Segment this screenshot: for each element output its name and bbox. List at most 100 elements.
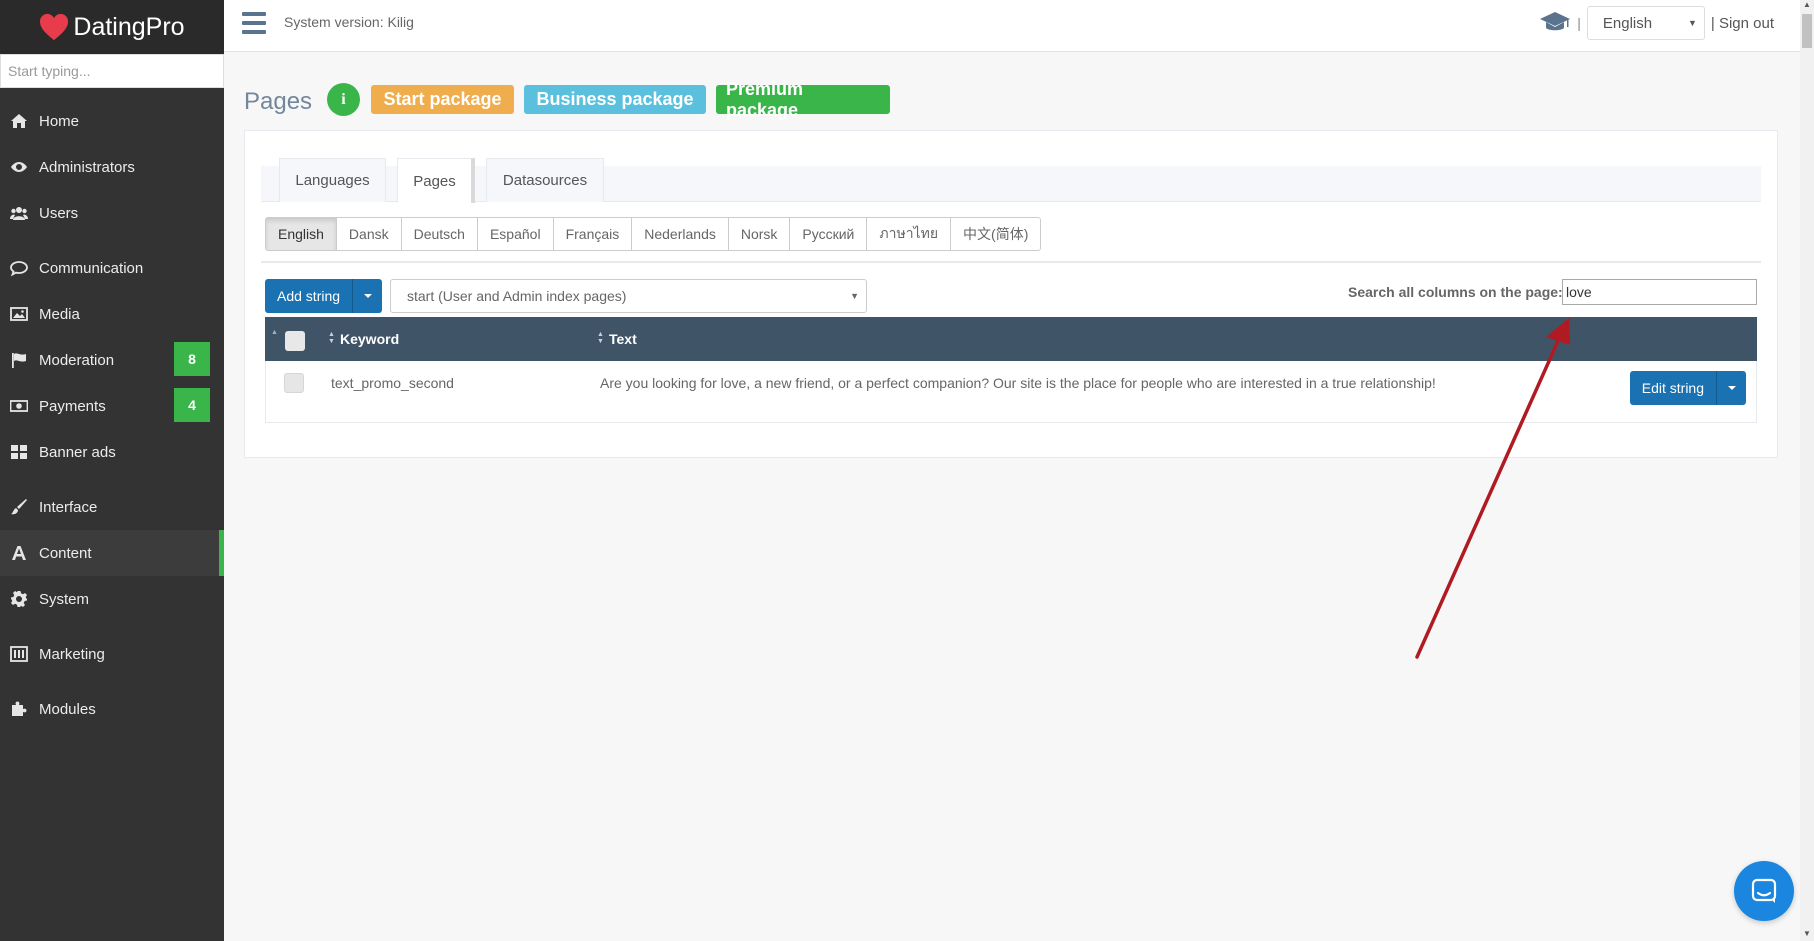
column-header-text[interactable]: Text — [609, 331, 637, 347]
puzzle-icon — [9, 700, 29, 718]
sidebar-item-label: Payments — [39, 397, 106, 415]
caret-down-icon — [1727, 386, 1736, 390]
system-version: System version: Kilig — [284, 14, 414, 30]
strings-table: ▲ ▲ ▼ Keyword ▲ ▼ Text text_promo_second A… — [265, 317, 1757, 423]
brush-icon — [9, 498, 29, 516]
top-bar: System version: Kilig | English ▼ | Sign… — [224, 0, 1814, 52]
add-string-button[interactable]: Add string — [265, 279, 353, 313]
sidebar-item-label: Interface — [39, 498, 98, 516]
scrollbar-thumb[interactable] — [1802, 14, 1812, 48]
sidebar-item-payments[interactable]: Payments 4 — [0, 383, 224, 429]
sidebar-item-home[interactable]: Home — [0, 98, 224, 144]
lang-button-norsk[interactable]: Norsk — [729, 218, 791, 250]
business-package-button[interactable]: Business package — [524, 85, 706, 114]
heart-icon — [40, 13, 69, 41]
comments-icon — [9, 259, 29, 277]
lang-button-espanol[interactable]: Español — [478, 218, 554, 250]
premium-package-button[interactable]: Premium package — [716, 79, 890, 120]
table-header: ▲ ▲ ▼ Keyword ▲ ▼ Text — [265, 317, 1757, 361]
moderation-count-badge: 8 — [174, 342, 210, 376]
language-filter-group: English Dansk Deutsch Español Français N… — [265, 217, 1042, 251]
separator: | — [1577, 15, 1581, 31]
flag-icon — [9, 351, 29, 369]
select-all-checkbox[interactable] — [285, 331, 305, 351]
edit-string-button[interactable]: Edit string — [1629, 371, 1716, 405]
tabs-bar: Languages Pages Datasources — [261, 158, 1761, 203]
home-icon — [9, 112, 29, 130]
edit-string-dropdown-toggle[interactable] — [1716, 371, 1746, 405]
sidebar-item-label: Modules — [39, 700, 96, 718]
row-checkbox[interactable] — [284, 373, 304, 393]
sidebar-item-marketing[interactable]: Marketing — [0, 631, 224, 677]
lang-button-nederlands[interactable]: Nederlands — [632, 218, 729, 250]
graduation-cap-icon[interactable] — [1539, 10, 1571, 37]
lang-button-thai[interactable]: ภาษาไทย — [867, 218, 952, 250]
sidebar-item-moderation[interactable]: Moderation 8 — [0, 337, 224, 383]
image-icon — [9, 305, 29, 323]
start-package-button[interactable]: Start package — [371, 85, 514, 114]
sidebar-item-modules[interactable]: Modules — [0, 686, 224, 732]
sign-out-link[interactable]: | Sign out — [1711, 15, 1774, 32]
sidebar-item-label: System — [39, 590, 90, 608]
sidebar-item-interface[interactable]: Interface — [0, 484, 224, 530]
sidebar-item-users[interactable]: Users — [0, 190, 224, 236]
lang-button-francais[interactable]: Français — [554, 218, 633, 250]
chat-launcher-button[interactable] — [1734, 861, 1794, 921]
sort-icon[interactable]: ▲ ▼ — [328, 331, 335, 345]
sidebar-item-banner-ads[interactable]: Banner ads — [0, 429, 224, 475]
lang-button-deutsch[interactable]: Deutsch — [402, 218, 478, 250]
gear-icon — [9, 590, 29, 608]
font-icon — [9, 544, 29, 562]
divider — [261, 261, 1761, 263]
info-icon[interactable]: i — [327, 83, 360, 116]
sidebar-search — [0, 54, 224, 88]
lang-button-chinese[interactable]: 中文(简体) — [951, 218, 1040, 250]
caret-down-icon: ▼ — [850, 291, 859, 301]
sidebar: DatingPro Home Administrators Users Comm… — [0, 0, 224, 941]
sidebar-item-administrators[interactable]: Administrators — [0, 144, 224, 190]
row-keyword: text_promo_second — [331, 375, 454, 391]
search-input[interactable] — [1562, 279, 1757, 305]
menu-toggle-icon[interactable] — [242, 12, 266, 34]
caret-down-icon — [363, 294, 372, 298]
brand-logo[interactable]: DatingPro — [0, 0, 224, 54]
tab-datasources[interactable]: Datasources — [486, 158, 604, 202]
marketing-icon — [9, 645, 29, 663]
sidebar-item-media[interactable]: Media — [0, 291, 224, 337]
eye-icon — [9, 158, 29, 176]
selected-language: English — [1602, 14, 1653, 32]
interface-language-select[interactable]: English ▼ — [1586, 6, 1705, 40]
column-header-keyword[interactable]: Keyword — [340, 331, 399, 347]
scroll-up-icon[interactable]: ▲ — [1803, 0, 1811, 9]
content-panel: Languages Pages Datasources English Dans… — [244, 130, 1778, 458]
sort-icon[interactable]: ▲ — [271, 329, 278, 336]
page-scrollbar[interactable]: ▲ ▼ — [1800, 0, 1814, 941]
page-module-select[interactable]: start (User and Admin index pages) ▼ — [390, 279, 867, 313]
sidebar-search-input[interactable] — [8, 63, 216, 79]
scroll-down-icon[interactable]: ▼ — [1803, 929, 1811, 938]
money-icon — [9, 397, 29, 415]
add-string-group: Add string — [265, 279, 383, 313]
chat-icon — [1751, 878, 1777, 903]
sort-icon[interactable]: ▲ ▼ — [597, 331, 604, 345]
sidebar-item-label: Marketing — [39, 645, 105, 663]
table-row: text_promo_second Are you looking for lo… — [265, 361, 1757, 423]
sidebar-item-system[interactable]: System — [0, 576, 224, 622]
brand-name: DatingPro — [73, 12, 185, 41]
tab-languages[interactable]: Languages — [279, 158, 386, 202]
payments-count-badge: 4 — [174, 388, 210, 422]
sidebar-item-label: Communication — [39, 259, 144, 277]
search-label: Search all columns on the page: — [1348, 284, 1563, 300]
lang-button-dansk[interactable]: Dansk — [337, 218, 402, 250]
sidebar-item-content[interactable]: Content — [0, 530, 224, 576]
tab-pages[interactable]: Pages — [397, 158, 475, 203]
sidebar-item-communication[interactable]: Communication — [0, 245, 224, 291]
sidebar-item-label: Media — [39, 305, 80, 323]
lang-button-english[interactable]: English — [266, 218, 337, 250]
lang-button-russian[interactable]: Русский — [790, 218, 868, 250]
caret-down-icon: ▼ — [1687, 18, 1697, 28]
add-string-dropdown-toggle[interactable] — [352, 279, 383, 313]
top-right-controls: | English ▼ | Sign out — [1539, 6, 1774, 40]
edit-string-group: Edit string — [1629, 371, 1746, 405]
sidebar-item-label: Content — [39, 544, 92, 562]
